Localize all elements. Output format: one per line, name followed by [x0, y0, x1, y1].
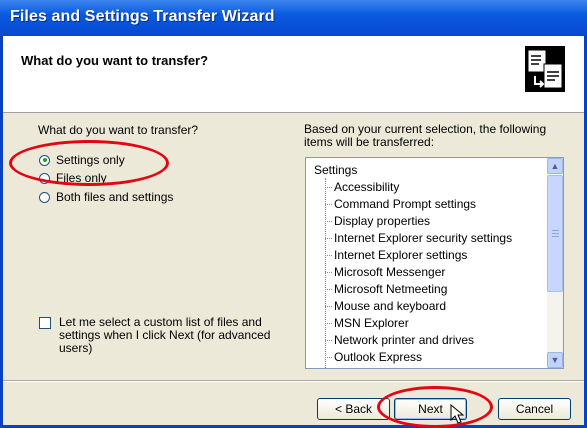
list-scrollbar[interactable]: ▲ ▼	[547, 158, 563, 368]
radio-button[interactable]	[39, 191, 50, 203]
scroll-thumb[interactable]	[547, 175, 563, 292]
title-bar[interactable]: Files and Settings Transfer Wizard	[0, 0, 587, 36]
transfer-info-text: Based on your current selection, the fol…	[304, 122, 547, 149]
tree-root: Settings	[314, 163, 358, 177]
tree-item: Microsoft Messenger	[324, 265, 446, 279]
transfer-question-label: What do you want to transfer?	[38, 123, 199, 137]
scroll-grip	[552, 236, 559, 237]
custom-list-checkbox[interactable]	[39, 317, 51, 329]
window-title: Files and Settings Transfer Wizard	[10, 8, 275, 25]
cancel-button[interactable]: Cancel	[498, 398, 571, 420]
radio-label: Both files and settings	[56, 190, 174, 204]
footer-separator	[3, 380, 584, 382]
radio-label: Files only	[56, 171, 107, 185]
wizard-window: Files and Settings Transfer Wizard What …	[0, 0, 587, 428]
radio-both[interactable]: Both files and settings	[39, 190, 173, 204]
tree-item: Command Prompt settings	[324, 197, 477, 211]
tree-item: Network printer and drives	[324, 333, 475, 347]
radio-label: Settings only	[56, 153, 125, 167]
tree-item: Internet Explorer settings	[324, 248, 468, 262]
radio-button[interactable]	[39, 172, 50, 184]
tree-item: Internet Explorer security settings	[324, 231, 513, 245]
radio-files-only[interactable]: Files only	[39, 171, 107, 185]
page-title: What do you want to transfer?	[21, 53, 209, 68]
transfer-wizard-icon	[525, 46, 565, 92]
custom-list-label: Let me select a custom list of files and…	[59, 315, 271, 355]
mouse-pointer-icon	[450, 404, 465, 424]
wizard-header: What do you want to transfer?	[3, 36, 584, 113]
scroll-up-icon[interactable]: ▲	[547, 158, 563, 174]
tree-item: Outlook Express	[324, 350, 423, 364]
transfer-items-list[interactable]: Settings Accessibility Command Prompt se…	[305, 157, 564, 369]
radio-button[interactable]	[39, 154, 50, 166]
radio-settings-only[interactable]: Settings only	[39, 153, 125, 167]
scroll-grip	[552, 230, 559, 231]
tree-item: Microsoft Netmeeting	[324, 282, 448, 296]
tree-item: Accessibility	[324, 180, 400, 194]
scroll-grip	[552, 233, 559, 234]
back-button[interactable]: < Back	[317, 398, 390, 420]
tree-item: Mouse and keyboard	[324, 299, 447, 313]
scroll-down-icon[interactable]: ▼	[547, 352, 563, 368]
custom-list-option[interactable]: Let me select a custom list of files and…	[39, 316, 279, 355]
tree-item: Display properties	[324, 214, 431, 228]
tree-item: MSN Explorer	[325, 316, 409, 330]
